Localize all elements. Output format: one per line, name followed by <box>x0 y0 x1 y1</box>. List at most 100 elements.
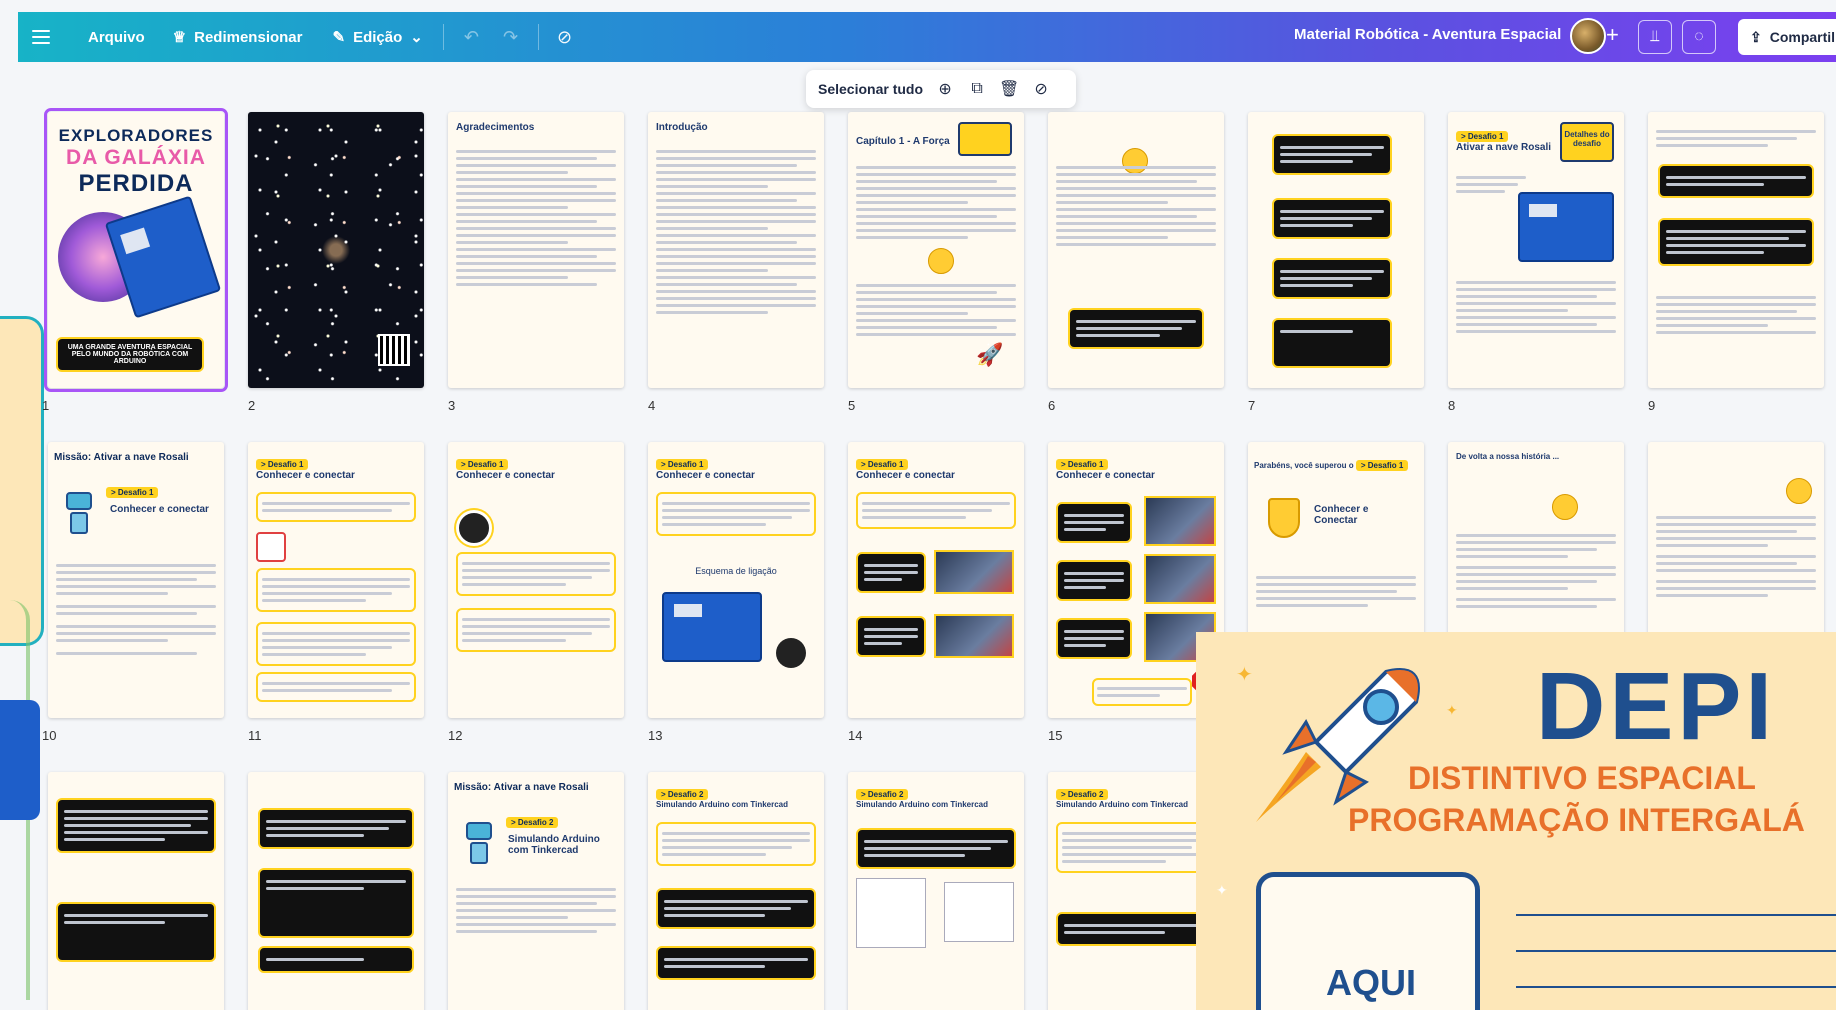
banner-subtitle: DISTINTIVO ESPACIAL <box>1408 760 1756 796</box>
text-block <box>1456 277 1616 337</box>
page-thumbnail[interactable] <box>248 772 424 1010</box>
dialogue-box <box>856 616 926 657</box>
page-thumbnail[interactable]: > Desafio 2 Simulando Arduino com Tinker… <box>648 772 824 1010</box>
page-number: 12 <box>448 728 463 743</box>
page-number: 1 <box>42 398 50 413</box>
emoji-icon <box>928 248 954 274</box>
page-heading: Conhecer e conectar <box>656 470 755 481</box>
resize-icon: ♕ <box>172 29 187 46</box>
signature-line <box>1516 986 1836 988</box>
badge-label: > Desafio 1 <box>1355 460 1409 471</box>
selection-toolbar: Selecionar tudo ⊕ ⧉ 🗑 ⊘ <box>806 70 1076 108</box>
signature-line <box>1516 950 1836 952</box>
page-heading: Parabéns, você superou o > Desafio 1 <box>1254 460 1409 471</box>
page-heading: Conhecer e conectar <box>1056 470 1155 481</box>
photo-frame-label: AQUI <box>1326 962 1416 1003</box>
redo-icon[interactable]: ↷ <box>503 27 518 48</box>
page-thumbnail[interactable]: Missão: Ativar a nave Rosali > Desafio 1… <box>48 442 224 718</box>
page-number: 13 <box>648 728 663 743</box>
resize-label: Redimensionar <box>194 28 303 46</box>
emoji-icon <box>1786 478 1812 504</box>
wiring-photo <box>934 550 1014 594</box>
page-thumbnail[interactable] <box>1048 112 1224 388</box>
content-box <box>456 608 616 652</box>
badge-label: > Desafio 1 <box>656 459 709 470</box>
text-block <box>856 280 1016 340</box>
page-thumbnail[interactable]: Missão: Ativar a nave Rosali > Desafio 2… <box>448 772 624 1010</box>
comment-icon[interactable]: ◌ <box>1682 20 1716 54</box>
code-screenshot <box>56 902 216 962</box>
page-subheading: Conhecer e conectar <box>110 504 209 515</box>
dialogue-box <box>1658 218 1814 266</box>
background-card-partial <box>0 316 44 646</box>
page-number: 15 <box>1048 728 1063 743</box>
banner-subtitle: PROGRAMAÇÃO INTERGALÁ <box>1348 802 1805 838</box>
page-heading: Simulando Arduino com Tinkercad <box>856 800 989 809</box>
buzzer-image <box>456 510 492 546</box>
screenshot-image <box>944 882 1014 942</box>
add-page-icon[interactable]: ⊕ <box>935 79 955 99</box>
badge-label: > Desafio 2 <box>856 789 909 800</box>
text-block <box>56 560 216 659</box>
dialogue-box <box>1272 318 1392 368</box>
page-thumbnail[interactable] <box>1248 112 1424 388</box>
file-menu[interactable]: Arquivo <box>88 29 145 46</box>
insights-icon[interactable]: ⫫ <box>1638 20 1672 54</box>
cloud-saved-icon[interactable]: ⊘ <box>557 27 572 48</box>
share-button[interactable]: ⇪ Compartilhar <box>1738 19 1836 55</box>
page-heading: Conhecer e conectar <box>456 470 555 481</box>
content-box <box>1056 822 1216 873</box>
robot-icon <box>462 822 496 870</box>
buzzer-image <box>776 638 806 668</box>
page-thumbnail[interactable] <box>1648 112 1824 388</box>
page-thumbnail[interactable]: > Desafio 1 Conhecer e conectar <box>248 442 424 718</box>
page-thumbnail[interactable]: > Desafio 1 Ativar a nave Rosali Detalhe… <box>1448 112 1624 388</box>
page-thumbnail[interactable]: > Desafio 1 Conhecer e conectar Esquema … <box>648 442 824 718</box>
page-number: 2 <box>248 398 256 413</box>
badge-label: > Desafio 2 <box>1056 789 1109 800</box>
page-heading: Simulando Arduino com Tinkercad <box>656 800 789 809</box>
page-number: 7 <box>1248 398 1256 413</box>
text-block <box>1056 162 1216 250</box>
page-thumbnail[interactable]: > Desafio 1 Conhecer e conectar <box>848 442 1024 718</box>
toolbar-divider <box>442 24 444 50</box>
dialogue-box <box>1272 258 1392 299</box>
badge-label: > Desafio 2 <box>506 817 559 828</box>
trophy-icon <box>1268 498 1300 538</box>
edit-label: Edição <box>353 28 403 46</box>
page-thumbnail[interactable]: Agradecimentos <box>448 112 624 388</box>
page-thumbnail[interactable]: EXPLORADORES DA GALÁXIA PERDIDA UMA GRAN… <box>44 108 228 392</box>
avatar[interactable] <box>1570 18 1606 54</box>
heading-text: Parabéns, você superou o <box>1254 461 1354 470</box>
details-tag: Detalhes do desafio <box>1560 122 1614 162</box>
duplicate-icon[interactable]: ⧉ <box>967 80 987 98</box>
add-collaborator-icon[interactable]: + <box>1606 22 1619 48</box>
page-thumbnail[interactable]: Capítulo 1 - A Força 🚀 <box>848 112 1024 388</box>
text-block <box>1456 530 1616 612</box>
page-thumbnail[interactable]: Introdução <box>648 112 824 388</box>
arduino-board-image <box>1518 192 1614 262</box>
page-thumbnail[interactable]: > Desafio 2 Simulando Arduino com Tinker… <box>848 772 1024 1010</box>
dialogue-box <box>656 888 816 929</box>
resize-button[interactable]: ♕ Redimensionar <box>172 28 303 47</box>
page-number: 5 <box>848 398 856 413</box>
undo-icon[interactable]: ↶ <box>464 27 479 48</box>
menu-icon[interactable] <box>32 30 50 44</box>
hide-icon[interactable]: ⊘ <box>1031 79 1051 99</box>
badge-label: > Desafio 1 <box>456 459 509 470</box>
document-title[interactable]: Material Robótica - Aventura Espacial <box>1294 26 1561 43</box>
page-number: 6 <box>1048 398 1056 413</box>
edit-menu[interactable]: ✎ Edição ⌄ <box>333 28 423 47</box>
page-number: 10 <box>42 728 57 743</box>
trash-icon[interactable]: 🗑 <box>999 79 1019 99</box>
page-thumbnail[interactable] <box>48 772 224 1010</box>
page-thumbnail[interactable]: > Desafio 1 Conhecer e conectar <box>448 442 624 718</box>
led-image <box>256 532 286 562</box>
page-thumbnail[interactable] <box>248 112 424 388</box>
select-all-button[interactable]: Selecionar tudo <box>818 81 923 97</box>
page-heading: Missão: Ativar a nave Rosali <box>454 782 589 793</box>
page-number: 4 <box>648 398 656 413</box>
badge-label: > Desafio 1 <box>256 459 309 470</box>
content-box <box>256 672 416 702</box>
share-label: Compartilhar <box>1769 29 1836 45</box>
